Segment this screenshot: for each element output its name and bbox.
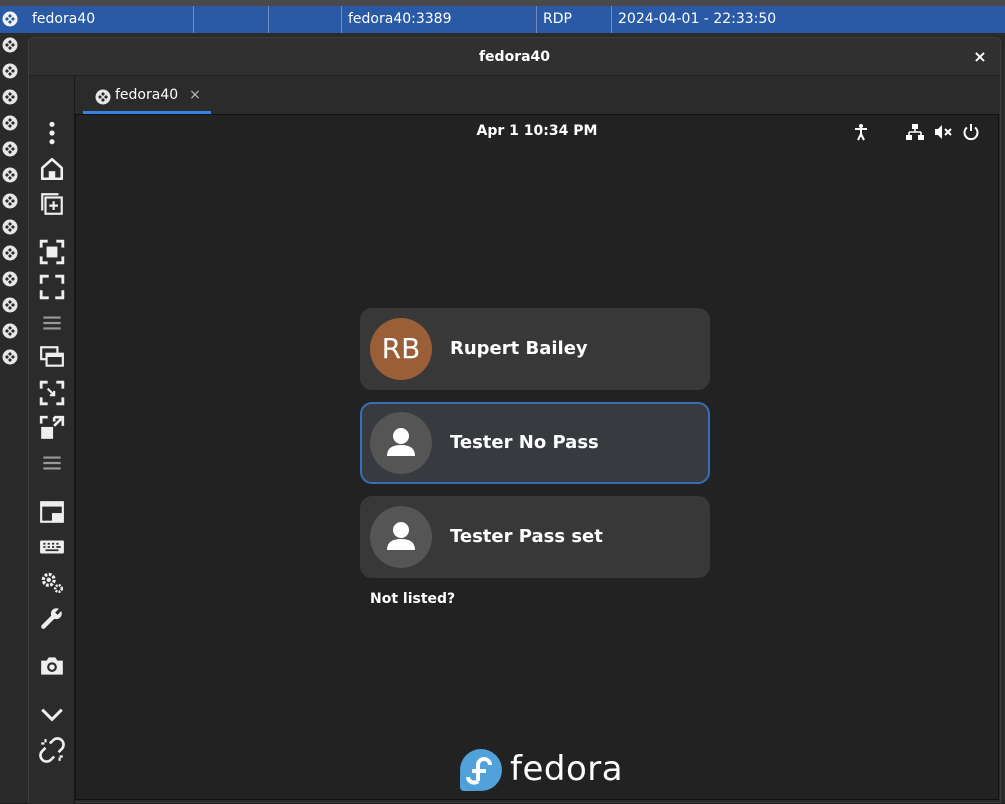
toolbar-separator <box>37 448 67 478</box>
keyboard-icon <box>40 540 64 554</box>
separator-icon <box>43 316 61 330</box>
preferences-icon <box>41 572 64 594</box>
connection-blank <box>269 6 342 33</box>
remmina-connection-icon[interactable] <box>2 115 18 131</box>
avatar <box>370 412 432 474</box>
new-connection-button[interactable] <box>37 189 67 219</box>
window-titlebar[interactable]: fedora40 × <box>29 38 1000 76</box>
connection-group <box>194 6 269 33</box>
remmina-connection-icon[interactable] <box>2 349 18 365</box>
menu-dots-icon <box>49 121 55 145</box>
user-item-tester-pass-set[interactable]: Tester Pass set <box>360 496 710 578</box>
multi-monitor-icon <box>40 346 64 367</box>
fit-window-button[interactable] <box>37 237 67 267</box>
remmina-connection-icon[interactable] <box>2 63 18 79</box>
screenshot-icon <box>41 657 63 675</box>
toolbar-separator <box>37 308 67 338</box>
minimize-button[interactable] <box>37 699 67 729</box>
view-mode-button[interactable] <box>37 497 67 527</box>
remmina-connection-icon[interactable] <box>2 167 18 183</box>
tools-icon <box>41 606 64 629</box>
scale-icon <box>39 380 65 406</box>
separator-icon <box>43 456 61 470</box>
new-connection-icon <box>41 193 63 215</box>
tab-bar: fedora40 × <box>75 76 1000 114</box>
disconnect-button[interactable] <box>37 735 67 765</box>
not-listed-link[interactable]: Not listed? <box>370 591 455 607</box>
power-icon[interactable] <box>962 123 980 141</box>
avatar: RB <box>370 318 432 380</box>
remmina-connection-icon[interactable] <box>2 271 18 287</box>
remmina-connection-icon <box>2 11 18 27</box>
multi-monitor-button[interactable] <box>37 342 67 372</box>
connection-name: fedora40 <box>26 6 194 33</box>
preferences-button[interactable] <box>37 567 67 597</box>
remmina-connection-icon[interactable] <box>2 89 18 105</box>
remmina-connection-icon <box>95 89 111 105</box>
remmina-connection-icon[interactable] <box>2 323 18 339</box>
connection-row-selected[interactable]: fedora40 fedora40:3389 RDP 2024-04-01 - … <box>0 6 1005 33</box>
user-name: Tester Pass set <box>450 526 603 547</box>
user-avatar-icon <box>387 428 415 456</box>
accessibility-icon[interactable] <box>852 123 870 141</box>
menu-dots-button[interactable] <box>37 118 67 148</box>
home-button[interactable] <box>37 154 67 184</box>
network-icon[interactable] <box>906 123 924 141</box>
user-item-tester-no-pass[interactable]: Tester No Pass <box>360 402 710 484</box>
remmina-connection-icon[interactable] <box>2 297 18 313</box>
tab-close-button[interactable]: × <box>187 80 203 111</box>
remote-connection-window: fedora40 × fedora40 × Apr 1 10:34 PM RB … <box>28 37 1001 804</box>
view-mode-icon <box>40 501 64 523</box>
disconnect-icon <box>39 737 65 763</box>
window-title: fedora40 <box>478 49 551 65</box>
remote-desktop-view[interactable]: Apr 1 10:34 PM RB Rupert Bailey Tester N… <box>75 114 999 800</box>
fedora-logo-text: fedora <box>510 749 624 789</box>
tab-fedora40[interactable]: fedora40 × <box>83 80 211 114</box>
dynamic-resolution-icon <box>39 415 65 439</box>
connection-toolbar <box>29 76 75 804</box>
volume-muted-icon[interactable] <box>934 123 952 141</box>
user-avatar-icon <box>387 522 415 550</box>
remmina-connection-icon[interactable] <box>2 193 18 209</box>
user-name: Rupert Bailey <box>450 338 588 359</box>
minimize-icon <box>41 708 63 722</box>
connection-server: fedora40:3389 <box>342 6 537 33</box>
remmina-connection-icon[interactable] <box>2 219 18 235</box>
connection-protocol: RDP <box>537 6 612 33</box>
avatar <box>370 506 432 568</box>
remmina-connection-icon[interactable] <box>2 141 18 157</box>
screenshot-button[interactable] <box>37 651 67 681</box>
user-item-rupert-bailey[interactable]: RB Rupert Bailey <box>360 308 710 390</box>
fedora-logo-icon <box>460 749 502 791</box>
fedora-logo: fedora <box>460 749 624 795</box>
connection-last-used: 2024-04-01 - 22:33:50 <box>618 11 777 27</box>
remmina-connection-icon[interactable] <box>2 37 18 53</box>
scale-button[interactable] <box>37 378 67 408</box>
window-close-button[interactable]: × <box>969 46 991 68</box>
fit-window-icon <box>39 239 65 265</box>
home-icon <box>40 157 64 181</box>
dynamic-resolution-button[interactable] <box>37 413 67 443</box>
tools-button[interactable] <box>37 603 67 633</box>
keyboard-button[interactable] <box>37 532 67 562</box>
fullscreen-button[interactable] <box>37 272 67 302</box>
user-name: Tester No Pass <box>450 432 599 453</box>
tab-label: fedora40 <box>115 87 179 103</box>
remmina-connection-icon[interactable] <box>2 245 18 261</box>
fullscreen-icon <box>39 274 65 300</box>
